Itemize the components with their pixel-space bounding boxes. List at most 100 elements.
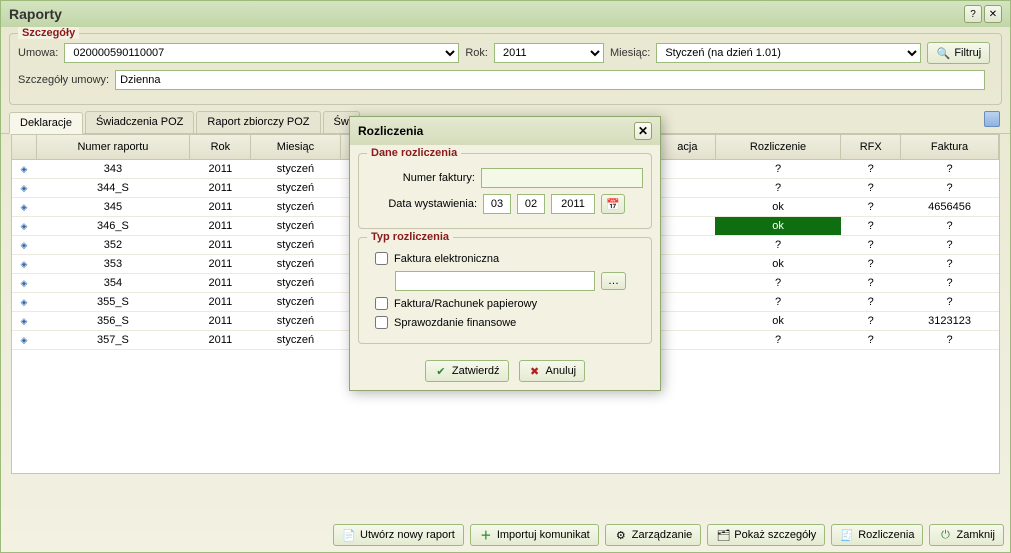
settlement-dialog: Rozliczenia ✕ Dane rozliczenia Numer fak…	[349, 116, 661, 391]
show-details-button[interactable]: 🗂 Pokaż szczegóły	[707, 524, 825, 546]
cancel-icon: ✖	[528, 364, 542, 378]
cell-numer: 343	[36, 160, 190, 179]
cell-rozliczenie: ?	[715, 160, 841, 179]
date-year-input[interactable]	[551, 194, 595, 214]
filter-label: Filtruj	[954, 47, 981, 59]
electronic-invoice-checkbox[interactable]	[375, 252, 388, 265]
cell-acja	[660, 179, 715, 198]
financial-report-checkbox[interactable]	[375, 316, 388, 329]
row-icon: ◈	[21, 164, 28, 174]
cell-faktura: 4656456	[901, 198, 999, 217]
settlement-icon: 🧾	[840, 528, 854, 542]
close-window-button[interactable]: ✕	[984, 5, 1002, 23]
cell-acja	[660, 312, 715, 331]
contract-select[interactable]: 020000590110007	[64, 43, 459, 63]
cell-rozliczenie: ?	[715, 236, 841, 255]
manage-button[interactable]: ⚙ Zarządzanie	[605, 524, 702, 546]
col-rozliczenie[interactable]: Rozliczenie	[715, 135, 841, 160]
invoice-input[interactable]	[481, 168, 643, 188]
cell-numer: 346_S	[36, 217, 190, 236]
tab-swiadczenia[interactable]: Świadczenia POZ	[85, 111, 194, 133]
dialog-close-button[interactable]: ✕	[634, 122, 652, 140]
cancel-button[interactable]: ✖ Anuluj	[519, 360, 586, 382]
cell-numer: 355_S	[36, 293, 190, 312]
save-icon[interactable]	[984, 111, 1000, 127]
date-month-input[interactable]	[517, 194, 545, 214]
cell-rfx: ?	[841, 255, 901, 274]
cell-miesiac: styczeń	[251, 312, 340, 331]
cell-rok: 2011	[190, 160, 251, 179]
cell-rfx: ?	[841, 217, 901, 236]
contract-details-input[interactable]	[115, 70, 985, 90]
col-numer[interactable]: Numer raportu	[36, 135, 190, 160]
cell-acja	[660, 331, 715, 350]
cell-faktura: ?	[901, 236, 999, 255]
settlement-type-fieldset: Typ rozliczenia Faktura elektroniczna … …	[358, 237, 652, 344]
col-faktura[interactable]: Faktura	[901, 135, 999, 160]
paper-invoice-checkbox[interactable]	[375, 297, 388, 310]
col-rok[interactable]: Rok	[190, 135, 251, 160]
close-icon: ⏻	[938, 528, 952, 542]
col-miesiac[interactable]: Miesiąc	[251, 135, 340, 160]
cell-rfx: ?	[841, 160, 901, 179]
cell-rok: 2011	[190, 179, 251, 198]
year-label: Rok:	[465, 47, 488, 59]
row-icon: ◈	[21, 297, 28, 307]
row-icon: ◈	[21, 278, 28, 288]
row-icon: ◈	[21, 183, 28, 193]
import-button[interactable]: ＋ Importuj komunikat	[470, 524, 599, 546]
settlements-button[interactable]: 🧾 Rozliczenia	[831, 524, 923, 546]
financial-report-label: Sprawozdanie finansowe	[394, 317, 516, 329]
filter-button[interactable]: 🔍 Filtruj	[927, 42, 990, 64]
calendar-button[interactable]: 📅	[601, 194, 625, 214]
row-icon: ◈	[21, 259, 28, 269]
paper-invoice-label: Faktura/Rachunek papierowy	[394, 298, 537, 310]
date-label: Data wystawienia:	[367, 198, 477, 210]
cell-faktura: ?	[901, 293, 999, 312]
cell-faktura: ?	[901, 255, 999, 274]
cell-miesiac: styczeń	[251, 274, 340, 293]
settlement-data-fieldset: Dane rozliczenia Numer faktury: Data wys…	[358, 153, 652, 229]
cell-numer: 357_S	[36, 331, 190, 350]
row-icon: ◈	[21, 335, 28, 345]
cell-rozliczenie: ok	[715, 255, 841, 274]
tab-deklaracje[interactable]: Deklaracje	[9, 112, 83, 134]
confirm-button[interactable]: ✔ Zatwierdź	[425, 360, 509, 382]
invoice-label: Numer faktury:	[367, 172, 475, 184]
date-day-input[interactable]	[483, 194, 511, 214]
titlebar: Raporty ? ✕	[1, 1, 1010, 27]
cell-miesiac: styczeń	[251, 331, 340, 350]
row-icon: ◈	[21, 202, 28, 212]
cell-rfx: ?	[841, 198, 901, 217]
cell-acja	[660, 274, 715, 293]
bottom-toolbar: 📄 Utwórz nowy raport ＋ Importuj komunika…	[333, 524, 1004, 546]
cell-rozliczenie: ok	[715, 198, 841, 217]
cell-rfx: ?	[841, 312, 901, 331]
cell-rfx: ?	[841, 179, 901, 198]
month-select[interactable]: Styczeń (na dzień 1.01)	[656, 43, 921, 63]
cell-faktura: ?	[901, 160, 999, 179]
help-button[interactable]: ?	[964, 5, 982, 23]
col-rfx[interactable]: RFX	[841, 135, 901, 160]
cell-numer: 344_S	[36, 179, 190, 198]
cell-rok: 2011	[190, 293, 251, 312]
close-button[interactable]: ⏻ Zamknij	[929, 524, 1004, 546]
col-icon	[12, 135, 36, 160]
cell-miesiac: styczeń	[251, 179, 340, 198]
cell-numer: 352	[36, 236, 190, 255]
cell-faktura: ?	[901, 217, 999, 236]
year-select[interactable]: 2011	[494, 43, 604, 63]
tab-raport-zbiorczy[interactable]: Raport zbiorczy POZ	[196, 111, 320, 133]
cell-rozliczenie: ?	[715, 331, 841, 350]
create-report-button[interactable]: 📄 Utwórz nowy raport	[333, 524, 464, 546]
dialog-titlebar: Rozliczenia ✕	[350, 117, 660, 145]
col-acja[interactable]: acja	[660, 135, 715, 160]
details-fieldset: Szczegóły Umowa: 020000590110007 Rok: 20…	[9, 33, 1002, 105]
row-icon: ◈	[21, 316, 28, 326]
electronic-invoice-path-input	[395, 271, 595, 291]
cell-numer: 353	[36, 255, 190, 274]
window-title: Raporty	[9, 6, 62, 22]
cell-rozliczenie: ?	[715, 274, 841, 293]
browse-button[interactable]: …	[601, 272, 626, 290]
electronic-invoice-label: Faktura elektroniczna	[394, 253, 499, 265]
